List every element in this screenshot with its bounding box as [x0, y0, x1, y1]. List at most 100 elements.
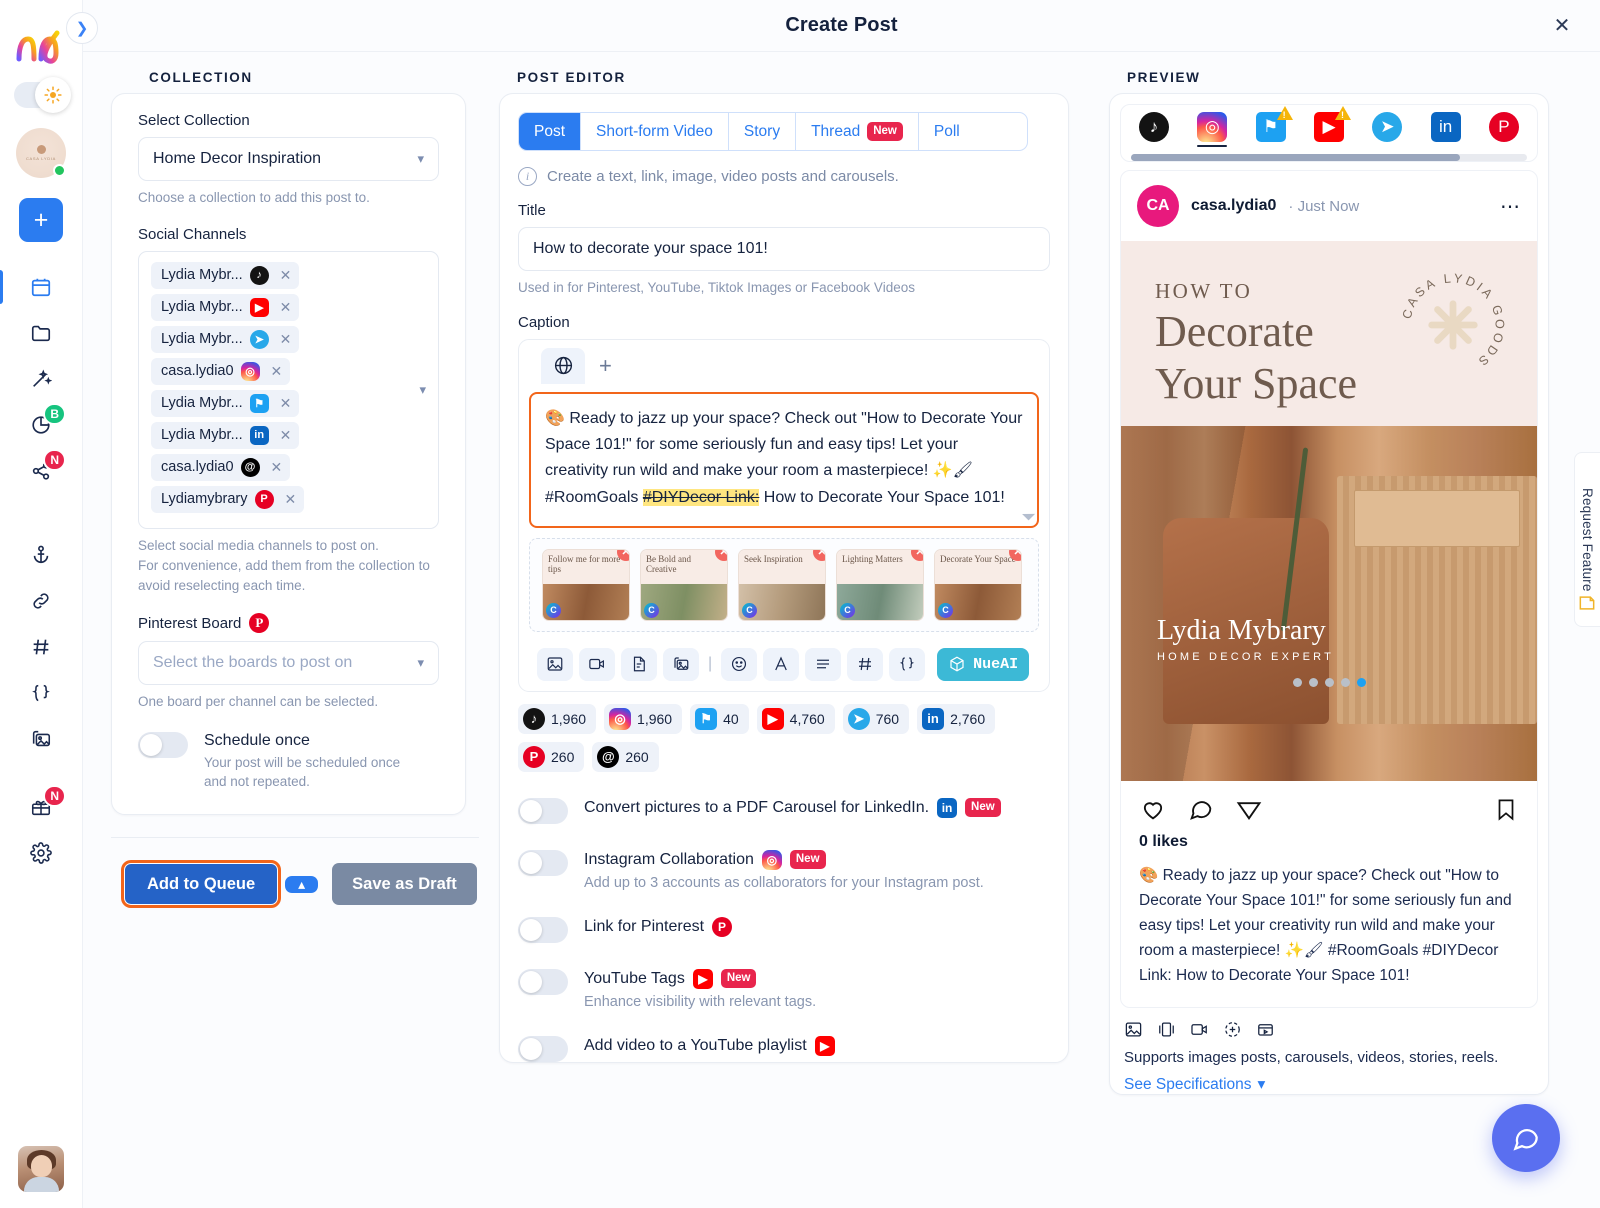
preview-platform-instagram[interactable]: ◎: [1195, 112, 1229, 147]
rail-collapse-button[interactable]: ❯: [66, 12, 98, 44]
user-avatar[interactable]: [18, 1146, 64, 1192]
theme-toggle[interactable]: [14, 77, 71, 113]
channel-chip[interactable]: Lydia Mybr... ♪ ✕: [151, 261, 300, 289]
remove-channel-icon[interactable]: ✕: [285, 491, 297, 508]
preview-platform-linkedin[interactable]: in: [1429, 112, 1463, 147]
sidebar-item-share[interactable]: N: [0, 448, 82, 494]
preview-platform-twitter[interactable]: ⚑ !: [1254, 106, 1293, 147]
carousel-dot[interactable]: [1340, 678, 1350, 687]
carousel-dot[interactable]: [1356, 678, 1366, 687]
media-thumbnail[interactable]: ✕ Follow me for more tips C: [542, 548, 630, 621]
channel-chip[interactable]: Lydia Mybr... ➤ ✕: [151, 325, 300, 353]
tab-thread[interactable]: Thread New: [796, 113, 919, 150]
social-channels-box[interactable]: Lydia Mybr... ♪ ✕ Lydia Mybr... ▶ ✕ Lydi…: [138, 250, 439, 529]
carousel-dot[interactable]: [1308, 678, 1318, 687]
remove-channel-icon[interactable]: ✕: [271, 363, 283, 380]
option-toggle[interactable]: [518, 797, 568, 824]
channel-chip[interactable]: Lydia Mybr... in ✕: [151, 421, 300, 449]
media-thumbnail[interactable]: ✕ Decorate Your Space C: [934, 548, 1022, 621]
tab-story[interactable]: Story: [729, 113, 797, 150]
sidebar-item-folder[interactable]: [0, 310, 82, 356]
feedback-icon[interactable]: [1574, 583, 1600, 623]
bookmark-icon[interactable]: [1493, 796, 1519, 822]
insert-document-button[interactable]: [621, 647, 657, 681]
channel-chip[interactable]: Lydiamybrary P ✕: [151, 485, 305, 513]
sidebar-item-analytics[interactable]: B: [0, 402, 82, 448]
heart-icon[interactable]: [1139, 795, 1167, 823]
preview-platform-telegram[interactable]: ➤: [1370, 112, 1404, 147]
tab-short-form-video[interactable]: Short-form Video: [581, 113, 729, 150]
collection-select[interactable]: Home Decor Inspiration ▾: [138, 137, 439, 181]
sidebar-item-variables[interactable]: [0, 670, 82, 716]
insert-image-button[interactable]: [537, 647, 573, 681]
option-toggle[interactable]: [518, 916, 568, 943]
remove-channel-icon[interactable]: ✕: [280, 267, 292, 284]
channel-chip[interactable]: Lydia Mybr... ▶ ✕: [151, 293, 300, 321]
workspace-avatar[interactable]: CASA LYDIA: [16, 128, 66, 178]
preview-platform-youtube[interactable]: ▶ !: [1312, 106, 1351, 147]
channel-chip[interactable]: Lydia Mybr... ⚑ ✕: [151, 389, 300, 417]
remove-channel-icon[interactable]: ✕: [280, 299, 292, 316]
nueai-button[interactable]: NueAI: [937, 647, 1030, 681]
option-toggle[interactable]: [518, 968, 568, 995]
tab-post[interactable]: Post: [519, 113, 582, 150]
sidebar-item-magic[interactable]: [0, 356, 82, 402]
channel-chip-label: Lydia Mybr...: [161, 267, 243, 284]
chat-bubble-icon[interactable]: [1492, 1104, 1560, 1172]
variables-button[interactable]: [889, 647, 926, 681]
media-library-button[interactable]: [663, 647, 699, 681]
channel-chip[interactable]: casa.lydia0 ◎ ✕: [151, 357, 291, 385]
resize-handle[interactable]: ◢: [1018, 503, 1039, 524]
option-toggle[interactable]: [518, 849, 568, 876]
see-specifications-link[interactable]: See Specifications ▾: [1124, 1075, 1534, 1094]
media-thumbnail[interactable]: ✕ Seek Inspiration C: [738, 548, 826, 621]
remove-channel-icon[interactable]: ✕: [280, 331, 292, 348]
chevron-down-icon[interactable]: ▾: [419, 382, 426, 398]
sidebar-item-gifts[interactable]: N: [0, 784, 82, 830]
remove-channel-icon[interactable]: ✕: [271, 459, 283, 476]
media-thumbnail[interactable]: ✕ Lighting Matters C: [836, 548, 924, 621]
ellipsis-icon[interactable]: ⋯: [1500, 194, 1521, 219]
channel-chip[interactable]: casa.lydia0 @ ✕: [151, 453, 291, 481]
smiley-icon: [732, 657, 747, 672]
sidebar-item-settings[interactable]: [0, 830, 82, 876]
tab-poll[interactable]: Poll: [919, 113, 975, 150]
hashtag-button[interactable]: [847, 647, 884, 681]
add-caption-variant-icon[interactable]: +: [591, 353, 620, 379]
preview-platform-tiktok[interactable]: ♪: [1137, 112, 1171, 147]
carousel-dot[interactable]: [1324, 678, 1334, 687]
option-toggle[interactable]: [518, 1035, 568, 1062]
sidebar-item-anchor[interactable]: [0, 532, 82, 578]
nuelink-logo[interactable]: [13, 26, 69, 68]
title-input[interactable]: How to decorate your space 101!: [518, 227, 1050, 271]
create-button[interactable]: +: [19, 198, 63, 242]
pinterest-board-help: One board per channel can be selected.: [138, 694, 379, 710]
preview-platform-pinterest[interactable]: P: [1487, 112, 1521, 147]
close-icon[interactable]: ✕: [1548, 12, 1576, 40]
carousel-dot[interactable]: [1292, 678, 1302, 687]
pinterest-board-select[interactable]: Select the boards to post on ▾: [138, 641, 439, 686]
send-icon[interactable]: [1235, 795, 1263, 823]
carousel-dots[interactable]: [1121, 678, 1537, 687]
sidebar-item-calendar[interactable]: [0, 264, 82, 310]
platform-scrollbar[interactable]: [1131, 154, 1527, 161]
gifts-badge: N: [43, 785, 66, 807]
queue-options-button[interactable]: ▴: [285, 875, 319, 893]
sidebar-item-media-library[interactable]: [0, 716, 82, 762]
globe-icon[interactable]: [541, 347, 585, 384]
schedule-once-toggle[interactable]: [138, 731, 188, 758]
sidebar-item-links[interactable]: [0, 578, 82, 624]
caption-textarea[interactable]: 🎨 Ready to jazz up your space? Check out…: [529, 391, 1039, 528]
comment-icon[interactable]: [1187, 795, 1215, 823]
warning-icon: !: [1276, 106, 1293, 120]
sidebar-item-hashtags[interactable]: [0, 624, 82, 670]
insert-video-button[interactable]: [579, 647, 615, 681]
emoji-button[interactable]: [721, 647, 758, 681]
media-thumbnail[interactable]: ✕ Be Bold and Creative C: [640, 548, 728, 621]
align-button[interactable]: [805, 647, 842, 681]
font-style-button[interactable]: [763, 647, 800, 681]
remove-channel-icon[interactable]: ✕: [280, 395, 292, 412]
remove-channel-icon[interactable]: ✕: [280, 427, 292, 444]
add-to-queue-button[interactable]: Add to Queue: [125, 863, 278, 905]
save-as-draft-button[interactable]: Save as Draft: [332, 862, 477, 906]
